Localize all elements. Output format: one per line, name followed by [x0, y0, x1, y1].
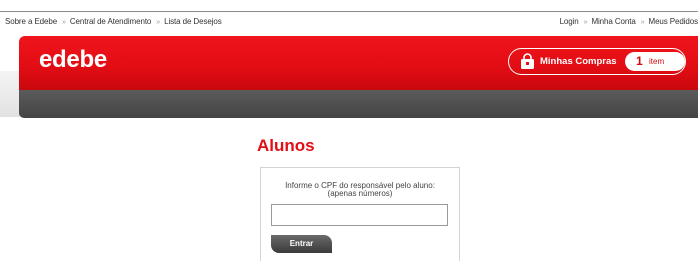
nav-separator: » — [640, 19, 645, 26]
shopping-bag-icon — [521, 53, 534, 69]
link-minha-conta[interactable]: Minha Conta — [591, 17, 635, 26]
site-header: edebe Minhas Compras 1 item — [19, 36, 698, 90]
top-divider — [0, 11, 698, 12]
link-login[interactable]: Login — [560, 17, 579, 26]
cart-count-badge: 1 item — [625, 52, 685, 71]
cart-count: 1 — [636, 54, 643, 68]
cpf-instruction-line2: (apenas números) — [327, 189, 393, 198]
cart-count-unit: item — [649, 57, 665, 66]
link-lista-de-desejos[interactable]: Lista de Desejos — [164, 17, 222, 26]
cart-label: Minhas Compras — [540, 56, 617, 67]
link-meus-pedidos[interactable]: Meus Pedidos — [649, 17, 698, 26]
main-nav-bar — [19, 90, 698, 118]
nav-separator: » — [583, 19, 588, 26]
link-central-de-atendimento[interactable]: Central de Atendimento — [70, 17, 152, 26]
edebe-logo[interactable]: edebe — [39, 46, 107, 74]
top-nav-left: Sobre a Edebe» Central de Atendimento» Lis… — [5, 17, 222, 26]
cpf-input[interactable] — [271, 204, 448, 226]
page: Sobre a Edebe» Central de Atendimento» Lis… — [0, 0, 698, 261]
nav-separator: » — [62, 19, 66, 26]
link-sobre-a-edebe[interactable]: Sobre a Edebe — [5, 17, 57, 26]
cart-button[interactable]: Minhas Compras 1 item — [508, 48, 686, 75]
page-title: Alunos — [257, 136, 315, 155]
top-nav: Sobre a Edebe» Central de Atendimento» Lis… — [0, 17, 698, 29]
left-shade — [0, 71, 20, 117]
nav-separator: » — [156, 19, 161, 26]
entrar-button[interactable]: Entrar — [271, 235, 332, 253]
cpf-instruction: Informe o CPF do responsável pelo aluno:… — [261, 182, 459, 198]
top-nav-right: Login» Minha Conta» Meus Pedidos — [560, 17, 698, 26]
cpf-form: Informe o CPF do responsável pelo aluno:… — [260, 167, 460, 261]
